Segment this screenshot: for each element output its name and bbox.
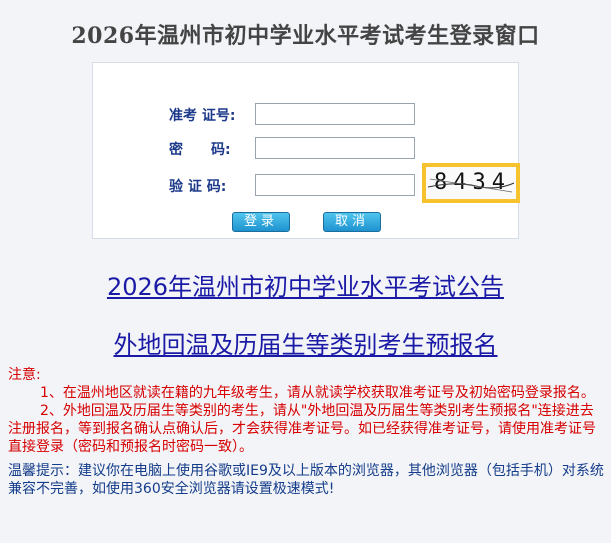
page-title: 2026年温州市初中学业水平考试考生登录窗口 [71, 23, 540, 49]
password-input[interactable] [255, 137, 415, 159]
notice-item-1: 1、在温州地区就读在籍的九年级考生，请从就读学校获取准考证号及初始密码登录报名。 [40, 385, 595, 401]
login-form: 准考 证号: 密 码: 验 证 码: 8434 登录 取消 [92, 62, 520, 239]
exam-id-label: 准考 证号: [169, 108, 236, 124]
notice-heading: 注意: [8, 367, 41, 383]
announcement-link[interactable]: 2026年温州市初中学业水平考试公告 [0, 267, 611, 302]
password-label: 密 码: [169, 142, 231, 158]
captcha-label: 验 证 码: [169, 179, 227, 195]
login-page: 2026年温州市初中学业水平考试考生登录窗口 准考 证号: 密 码: 验 证 码… [0, 0, 611, 543]
cancel-button[interactable]: 取消 [323, 212, 381, 232]
exam-id-row: 准考 证号: [93, 103, 518, 127]
notice-section: 注意: 1、在温州地区就读在籍的九年级考生，请从就读学校获取准考证号及初始密码登… [8, 366, 604, 498]
login-button[interactable]: 登录 [232, 212, 290, 232]
preregister-link[interactable]: 外地回温及历届生等类别考生预报名 [0, 325, 611, 360]
notice-item-2: 2、外地回温及历届生等类别的考生，请从"外地回温及历届生等类别考生预报名"连接进… [8, 403, 596, 455]
captcha-image[interactable]: 8434 [422, 163, 520, 203]
password-row: 密 码: [93, 137, 518, 161]
exam-id-input[interactable] [255, 103, 415, 125]
browser-tip: 温馨提示：建议你在电脑上使用谷歌或IE9及以上版本的浏览器，其他浏览器（包括手机… [8, 463, 604, 497]
captcha-noise-lines [427, 178, 515, 193]
captcha-text-box: 8434 [426, 167, 516, 199]
captcha-input[interactable] [255, 174, 415, 196]
